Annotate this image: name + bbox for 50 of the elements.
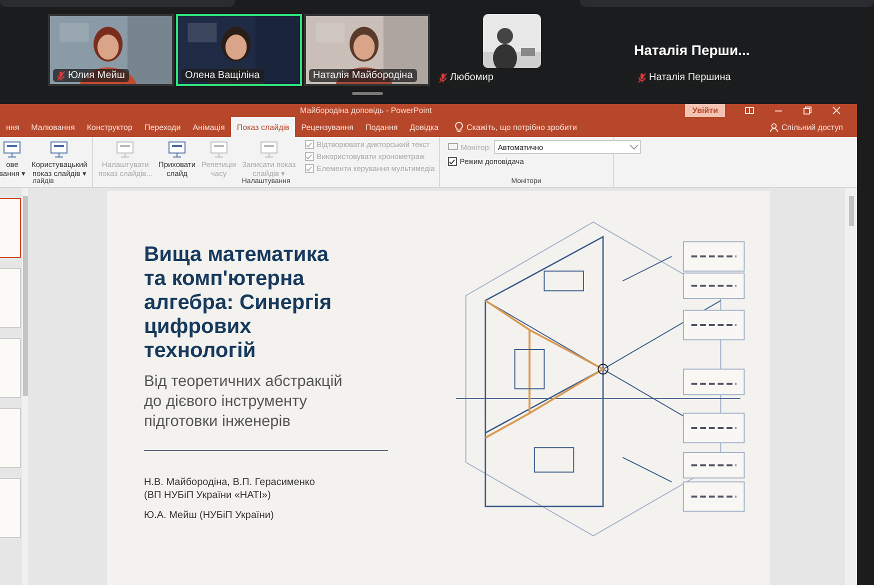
mic-muted-icon xyxy=(57,70,65,80)
mic-muted-icon xyxy=(638,72,646,82)
slide-title: Вища математика та комп'ютерна алгебра: Синергія цифрових технологій xyxy=(144,243,333,363)
slide-authors: Ю.А. Мейш (НУБіП України) xyxy=(144,509,275,522)
checkbox[interactable] xyxy=(448,157,457,166)
share-button[interactable]: Спільний доступ xyxy=(770,117,843,137)
slideshow-icon xyxy=(258,140,279,158)
scrollbar[interactable] xyxy=(848,196,854,226)
video-tile[interactable]: Юлия Мейш xyxy=(48,14,174,86)
ribbon-tab[interactable]: Анімація xyxy=(186,117,231,137)
ribbon-tab[interactable]: Подання xyxy=(359,117,404,137)
ribbon-display-icon[interactable] xyxy=(745,106,754,115)
slide-thumbnail[interactable] xyxy=(0,198,21,258)
window-title: Майбородіна доповідь - PowerPoint xyxy=(300,106,432,115)
slide-subtitle: Від теоретичних абстракцій до дієвого інструменту підготовки інженерів xyxy=(144,372,344,432)
scrollbar[interactable] xyxy=(22,196,28,396)
close-icon[interactable] xyxy=(832,106,841,115)
slideshow-icon xyxy=(115,140,136,158)
tell-me-field[interactable]: Скажіть, що потрібно зробити xyxy=(454,117,577,137)
slideshow-icon xyxy=(166,140,187,158)
slide-thumbnail[interactable] xyxy=(0,408,21,468)
slide-thumbnail[interactable] xyxy=(0,478,21,538)
slideshow-icon xyxy=(49,140,70,158)
caret-icon xyxy=(628,142,640,152)
ribbon-tab[interactable]: Рецензування xyxy=(295,117,360,137)
monitor-icon xyxy=(448,143,458,151)
mic-muted-icon xyxy=(439,72,447,82)
ribbon-tab[interactable]: Довідка xyxy=(404,117,445,137)
ribbon-tab[interactable]: Малювання xyxy=(25,117,81,137)
ribbon-tab[interactable]: Переходи xyxy=(138,117,187,137)
slideshow-icon xyxy=(208,140,229,158)
sign-in-button[interactable]: Увійти xyxy=(685,104,725,117)
video-tile[interactable]: Наталія Майбородіна xyxy=(304,14,430,86)
participant-name: Юлия Мейш xyxy=(53,69,129,82)
drag-handle[interactable] xyxy=(352,92,383,95)
participant-heading: Наталія Перши... xyxy=(634,42,751,58)
restore-icon[interactable] xyxy=(803,106,812,115)
slide-thumbnail[interactable] xyxy=(0,338,21,398)
participant-name: Наталія Майбородіна xyxy=(309,69,417,82)
ribbon-tab[interactable]: Конструктор xyxy=(80,117,138,137)
checkmark-icon xyxy=(449,158,456,164)
video-tile[interactable]: Олена Ващіліна xyxy=(176,14,302,86)
slide-thumbnail[interactable] xyxy=(0,268,21,328)
lightbulb-icon xyxy=(454,122,463,132)
participant-name: Олена Ващіліна xyxy=(181,69,264,82)
video-tile[interactable]: Любомир xyxy=(432,14,592,86)
ribbon-tab[interactable]: ння xyxy=(0,117,26,137)
person-icon xyxy=(770,122,778,132)
slide-authors: Н.В. Майбородіна, В.П. Герасименко (ВП НУБіП України «НАТІ») xyxy=(144,476,316,502)
ribbon-tab[interactable]: Показ слайдів xyxy=(230,117,296,137)
